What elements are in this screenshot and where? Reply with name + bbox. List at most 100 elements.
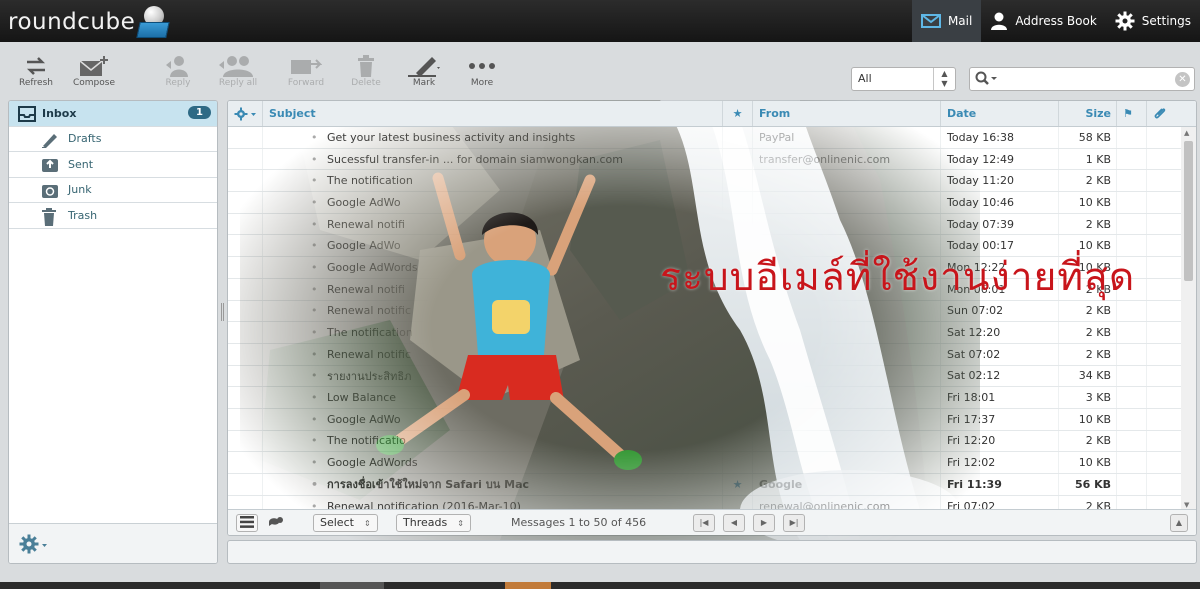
row-star-icon[interactable] bbox=[723, 408, 753, 430]
row-flag-cell[interactable] bbox=[1117, 365, 1147, 387]
row-select-cell bbox=[228, 474, 263, 495]
row-from bbox=[753, 452, 941, 473]
clear-search-icon[interactable]: ✕ bbox=[1175, 72, 1190, 87]
row-flag-cell[interactable] bbox=[1117, 322, 1147, 343]
table-row[interactable]: The notification Today 11:20 2 KB bbox=[228, 170, 1196, 193]
message-list-scrollbar[interactable]: ▲ ▼ bbox=[1181, 127, 1196, 511]
row-size: 2 KB bbox=[1059, 213, 1117, 235]
threads-toggle-icon[interactable] bbox=[268, 515, 284, 532]
row-flag-cell[interactable] bbox=[1117, 170, 1147, 192]
row-flag-cell[interactable] bbox=[1117, 408, 1147, 430]
refresh-button[interactable]: Refresh bbox=[10, 54, 62, 88]
column-subject[interactable]: Subject bbox=[263, 101, 723, 126]
refresh-label: Refresh bbox=[19, 78, 53, 88]
row-star-icon[interactable] bbox=[723, 148, 753, 170]
row-attachment-cell bbox=[1147, 192, 1180, 213]
table-row[interactable]: The notification Sat 12:20 2 KB bbox=[228, 322, 1196, 344]
row-flag-cell[interactable] bbox=[1117, 474, 1147, 495]
row-star-icon[interactable] bbox=[723, 322, 753, 343]
folder-inbox-label: Inbox bbox=[42, 106, 77, 120]
logo-text: roundcube bbox=[8, 9, 136, 35]
table-row[interactable]: Sucessful transfer-in ... for domain sia… bbox=[228, 148, 1196, 171]
row-star-icon[interactable] bbox=[723, 213, 753, 235]
row-flag-cell[interactable] bbox=[1117, 343, 1147, 365]
table-row[interactable]: Get your latest business activity and in… bbox=[228, 127, 1196, 149]
row-flag-cell[interactable] bbox=[1117, 452, 1147, 473]
more-button[interactable]: More bbox=[456, 54, 508, 88]
row-flag-cell[interactable] bbox=[1117, 387, 1147, 408]
list-view-toggle-icon[interactable] bbox=[236, 514, 258, 532]
compose-button[interactable]: Compose bbox=[68, 54, 120, 88]
row-flag-cell[interactable] bbox=[1117, 430, 1147, 452]
nav-address-book[interactable]: Address Book bbox=[981, 0, 1105, 42]
table-row[interactable]: Google AdWo Today 10:46 10 KB bbox=[228, 192, 1196, 214]
row-select-cell bbox=[228, 148, 263, 170]
search-icon[interactable] bbox=[975, 71, 999, 90]
scroll-up-icon[interactable]: ▲ bbox=[1184, 129, 1189, 137]
row-star-icon[interactable] bbox=[723, 127, 753, 148]
toggle-preview-icon[interactable]: ▲ bbox=[1170, 514, 1188, 532]
table-row[interactable]: Google AdWo Fri 17:37 10 KB bbox=[228, 408, 1196, 431]
search-box[interactable]: ✕ bbox=[969, 67, 1195, 91]
row-star-icon[interactable] bbox=[723, 192, 753, 213]
logo-icon bbox=[136, 4, 170, 40]
row-star-icon[interactable] bbox=[723, 365, 753, 387]
row-star-icon[interactable] bbox=[723, 387, 753, 408]
row-date: Sat 12:20 bbox=[941, 322, 1059, 343]
folder-junk[interactable]: Junk bbox=[9, 178, 217, 203]
message-filter-select[interactable]: All ▲ ▼ bbox=[851, 67, 956, 91]
reply-button[interactable]: Reply bbox=[152, 54, 204, 88]
table-row[interactable]: Low Balance Fri 18:01 3 KB bbox=[228, 387, 1196, 409]
table-row[interactable]: The notificatio Fri 12:20 2 KB bbox=[228, 430, 1196, 453]
delete-button[interactable]: Delete bbox=[340, 54, 392, 88]
threads-dropdown[interactable]: Threads ⇕ bbox=[396, 514, 471, 532]
row-star-icon[interactable] bbox=[723, 343, 753, 365]
table-row[interactable]: Google AdWords Fri 12:02 10 KB bbox=[228, 452, 1196, 474]
last-page-icon[interactable]: ▶| bbox=[783, 514, 805, 532]
row-subject: Renewal notific bbox=[263, 300, 723, 322]
row-size: 2 KB bbox=[1059, 322, 1117, 343]
list-options-icon[interactable] bbox=[228, 101, 263, 126]
row-star-icon[interactable] bbox=[723, 170, 753, 192]
column-flag-icon[interactable]: ⚑ bbox=[1117, 101, 1147, 126]
previous-page-icon[interactable]: ◀ bbox=[723, 514, 745, 532]
row-flag-cell[interactable] bbox=[1117, 213, 1147, 235]
row-flag-cell[interactable] bbox=[1117, 127, 1147, 148]
first-page-icon[interactable]: |◀ bbox=[693, 514, 715, 532]
scroll-down-icon[interactable]: ▼ bbox=[1184, 501, 1189, 509]
scroll-thumb[interactable] bbox=[1184, 141, 1193, 281]
nav-settings[interactable]: Settings bbox=[1106, 0, 1200, 42]
row-date-text: Today 07:39 bbox=[947, 217, 1015, 231]
nav-mail[interactable]: Mail bbox=[911, 0, 982, 42]
table-row[interactable]: การลงชื่อเข้าใช้ใหม่จาก Safari บน Mac ★ Go… bbox=[228, 474, 1196, 496]
forward-button[interactable]: Forward bbox=[280, 54, 332, 88]
folder-drafts[interactable]: Drafts bbox=[9, 127, 217, 152]
column-size[interactable]: Size bbox=[1059, 101, 1117, 126]
row-star-icon[interactable] bbox=[723, 452, 753, 473]
row-star-icon[interactable]: ★ bbox=[723, 474, 753, 495]
column-flagged-star-icon[interactable]: ★ bbox=[723, 101, 753, 126]
roundcube-logo[interactable]: roundcube bbox=[8, 2, 170, 42]
top-bar: roundcube Mail Address Book Settings bbox=[0, 0, 1200, 42]
row-from bbox=[753, 365, 941, 387]
mark-button[interactable]: Mark bbox=[398, 54, 450, 88]
column-attachment-icon[interactable] bbox=[1147, 101, 1180, 126]
folder-trash[interactable]: Trash bbox=[9, 203, 217, 229]
select-dropdown[interactable]: Select ⇕ bbox=[313, 514, 378, 532]
next-page-icon[interactable]: ▶ bbox=[753, 514, 775, 532]
table-row[interactable]: Renewal notifi Today 07:39 2 KB bbox=[228, 213, 1196, 236]
row-subject-text: Google AdWords bbox=[327, 260, 418, 274]
folder-sent[interactable]: Sent bbox=[9, 152, 217, 178]
column-from[interactable]: From bbox=[753, 101, 941, 126]
folder-inbox[interactable]: Inbox 1 bbox=[9, 101, 217, 127]
row-flag-cell[interactable] bbox=[1117, 192, 1147, 213]
select-dropdown-label: Select bbox=[320, 516, 354, 529]
panel-splitter[interactable] bbox=[221, 303, 224, 321]
folder-options-gear-icon[interactable] bbox=[19, 534, 49, 554]
row-flag-cell[interactable] bbox=[1117, 148, 1147, 170]
row-star-icon[interactable] bbox=[723, 430, 753, 452]
table-row[interactable]: รายงานประสิทธิภ Sat 02:12 34 KB bbox=[228, 365, 1196, 388]
table-row[interactable]: Renewal notific Sat 07:02 2 KB bbox=[228, 343, 1196, 366]
column-date[interactable]: Date bbox=[941, 101, 1059, 126]
reply-all-button[interactable]: Reply all bbox=[212, 54, 264, 88]
